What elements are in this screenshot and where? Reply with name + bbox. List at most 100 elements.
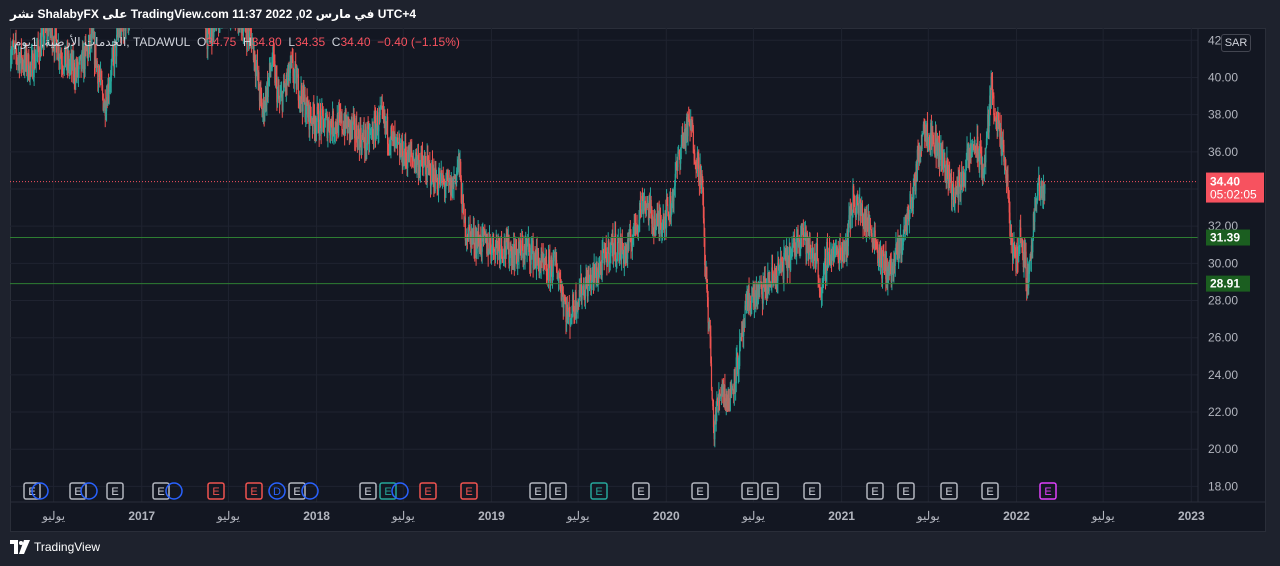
high-label: H (243, 35, 252, 49)
candle-body (993, 95, 995, 116)
candle-body (899, 239, 901, 256)
candle-body (710, 363, 713, 391)
candle-body (239, 28, 241, 30)
earnings-marker-icon[interactable]: E (419, 482, 437, 500)
low-value: 34.35 (295, 35, 326, 49)
candle-body (698, 157, 700, 182)
event-marker-label: E (424, 486, 431, 498)
event-marker-label: E (766, 486, 773, 498)
price-tick-label: 18.00 (1208, 479, 1238, 493)
candle-body (816, 243, 819, 260)
top-bar: نشر ShalabyFX على TradingView.com في مار… (0, 0, 1280, 28)
earnings-marker-icon[interactable]: E (803, 482, 821, 500)
candle-body (1022, 240, 1024, 253)
dividend-marker-icon[interactable]: D (268, 482, 286, 500)
earnings-marker-icon[interactable]: E (981, 482, 999, 500)
event-marker-label: E (746, 486, 753, 498)
candle-body (492, 233, 495, 251)
earnings-marker-icon[interactable]: E (207, 482, 225, 500)
tradingview-logo[interactable]: TradingView (10, 540, 100, 554)
candle-body (650, 199, 652, 207)
candle-body (1034, 208, 1036, 222)
candle-body (802, 227, 804, 235)
candle-body (341, 113, 343, 130)
time-tick-label: يوليو (566, 509, 590, 523)
axes[interactable] (10, 28, 1266, 503)
price-tick-label: 24.00 (1208, 368, 1238, 382)
candle-body (751, 295, 753, 310)
candle-body (328, 120, 330, 132)
event-marker-label: E (902, 486, 909, 498)
earnings-marker-icon[interactable]: E (460, 482, 478, 500)
earnings-marker-icon[interactable]: E (940, 482, 958, 500)
candle-body (411, 150, 413, 157)
time-tick-label: 2020 (653, 509, 680, 523)
open-value: 34.75 (206, 35, 237, 49)
event-markers[interactable]: EEEEEEDEEEEEEEEEEEEEEEEEE (23, 482, 1057, 500)
candle-body (871, 233, 873, 238)
time-tick-label: يوليو (1091, 509, 1115, 523)
symbol-label[interactable]: الخدمات الأرضية, 1يوم, TADAWUL (14, 35, 190, 49)
earnings-marker-icon[interactable]: E (1039, 482, 1057, 500)
time-tick-label: يوليو (41, 509, 65, 523)
event-marker-label: E (293, 486, 300, 498)
event-marker-label: E (465, 486, 472, 498)
candle-body (581, 294, 583, 300)
candle-body (902, 241, 904, 246)
earnings-marker-icon[interactable]: E (741, 482, 759, 500)
earnings-marker-icon[interactable]: E (691, 482, 709, 500)
support-price-label: 28.91 (1210, 277, 1240, 291)
change-value: −0.40 (−1.15%) (377, 35, 460, 49)
event-marker-label: E (986, 486, 993, 498)
event-marker-label: E (945, 486, 952, 498)
candle-body (514, 253, 516, 267)
currency-badge[interactable]: SAR (1221, 34, 1251, 52)
candle-body (501, 248, 503, 258)
candle-body (985, 147, 987, 163)
candle-body (323, 127, 326, 133)
candle-body (628, 233, 630, 249)
candle-body (1032, 239, 1034, 253)
earnings-marker-icon[interactable]: E (761, 482, 779, 500)
earnings-marker-icon[interactable]: E (866, 482, 884, 500)
candle-body (464, 217, 466, 241)
time-tick-label: 2021 (828, 509, 855, 523)
price-tick-label: 30.00 (1208, 256, 1238, 270)
ohlc-legend: الخدمات الأرضية, 1يوم, TADAWUL O34.75 H3… (14, 35, 460, 49)
candle-body (850, 214, 852, 228)
event-marker-label: E (1044, 486, 1051, 498)
candle-body (101, 85, 104, 95)
price-tick-label: 20.00 (1208, 442, 1238, 456)
candle-body (553, 253, 555, 258)
event-marker-label: E (534, 486, 541, 498)
candle-body (1016, 246, 1018, 262)
candle-body (869, 223, 872, 230)
time-labels: يوليو 2017 يوليو 2018 يوليو 2019 يوليو 2020 يولي… (41, 509, 1205, 523)
event-marker-label: D (273, 486, 281, 498)
high-value: 34.80 (251, 35, 282, 49)
earnings-marker-icon[interactable]: E (632, 482, 650, 500)
earnings-marker-icon[interactable]: E (359, 482, 377, 500)
earnings-marker-icon[interactable]: E (106, 482, 124, 500)
earnings-marker-icon[interactable]: E (590, 482, 608, 500)
time-tick-label: 2022 (1003, 509, 1030, 523)
current-price-label: 34.40 (1210, 175, 1240, 189)
price-tick-label: 36.00 (1208, 145, 1238, 159)
candle-body (731, 389, 733, 396)
event-marker-label: E (111, 486, 118, 498)
event-marker-label: E (384, 486, 391, 498)
candle-body (606, 253, 609, 267)
earnings-marker-icon[interactable]: E (529, 482, 547, 500)
candle-body (711, 390, 713, 399)
earnings-marker-icon[interactable]: E (897, 482, 915, 500)
time-tick-label: 2018 (303, 509, 330, 523)
countdown-label: 05:02:05 (1210, 188, 1257, 202)
earnings-marker-icon[interactable]: E (549, 482, 567, 500)
candle-body (667, 204, 669, 212)
earnings-marker-icon[interactable]: E (245, 482, 263, 500)
price-tick-label: 38.00 (1208, 108, 1238, 122)
support-price-label: 31.39 (1210, 231, 1240, 245)
chart-canvas[interactable]: EEEEEEDEEEEEEEEEEEEEEEEEE 42.0040.0038.0… (10, 28, 1266, 532)
event-marker-label: E (595, 486, 602, 498)
candle-body (608, 240, 610, 265)
